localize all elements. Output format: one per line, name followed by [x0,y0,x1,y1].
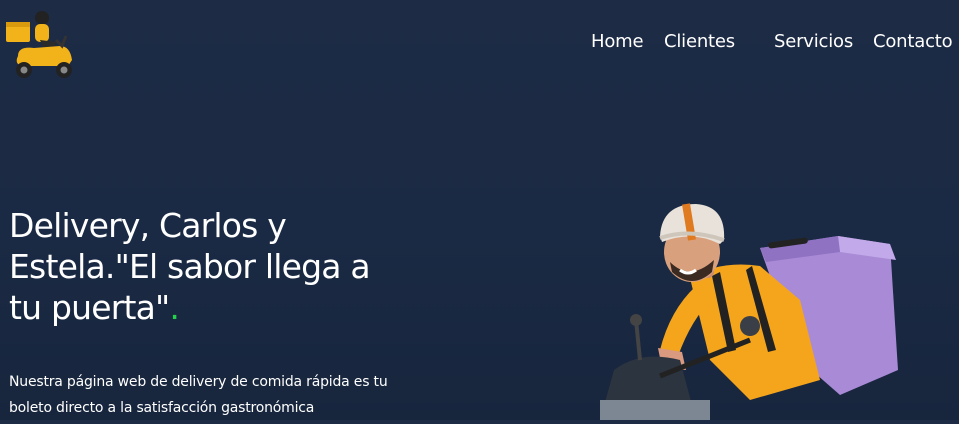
nav-contacto-link[interactable]: Contacto [873,30,953,54]
hero-title-dot: . [169,288,180,327]
nav-clientes-link[interactable]: Clientes [664,30,735,54]
hero-image [600,200,900,420]
delivery-rider-illustration [600,203,898,420]
nav-home-link[interactable]: Home [591,30,644,54]
hero-title: Delivery, Carlos y Estela."El sabor lleg… [9,205,409,328]
hero-description: Nuestra página web de delivery de comida… [9,374,388,416]
main-nav: Home Clientes Servicios Contacto [0,30,959,54]
nav-servicios-link[interactable]: Servicios [774,30,853,54]
hero-title-text: Delivery, Carlos y Estela."El sabor lleg… [9,206,371,327]
